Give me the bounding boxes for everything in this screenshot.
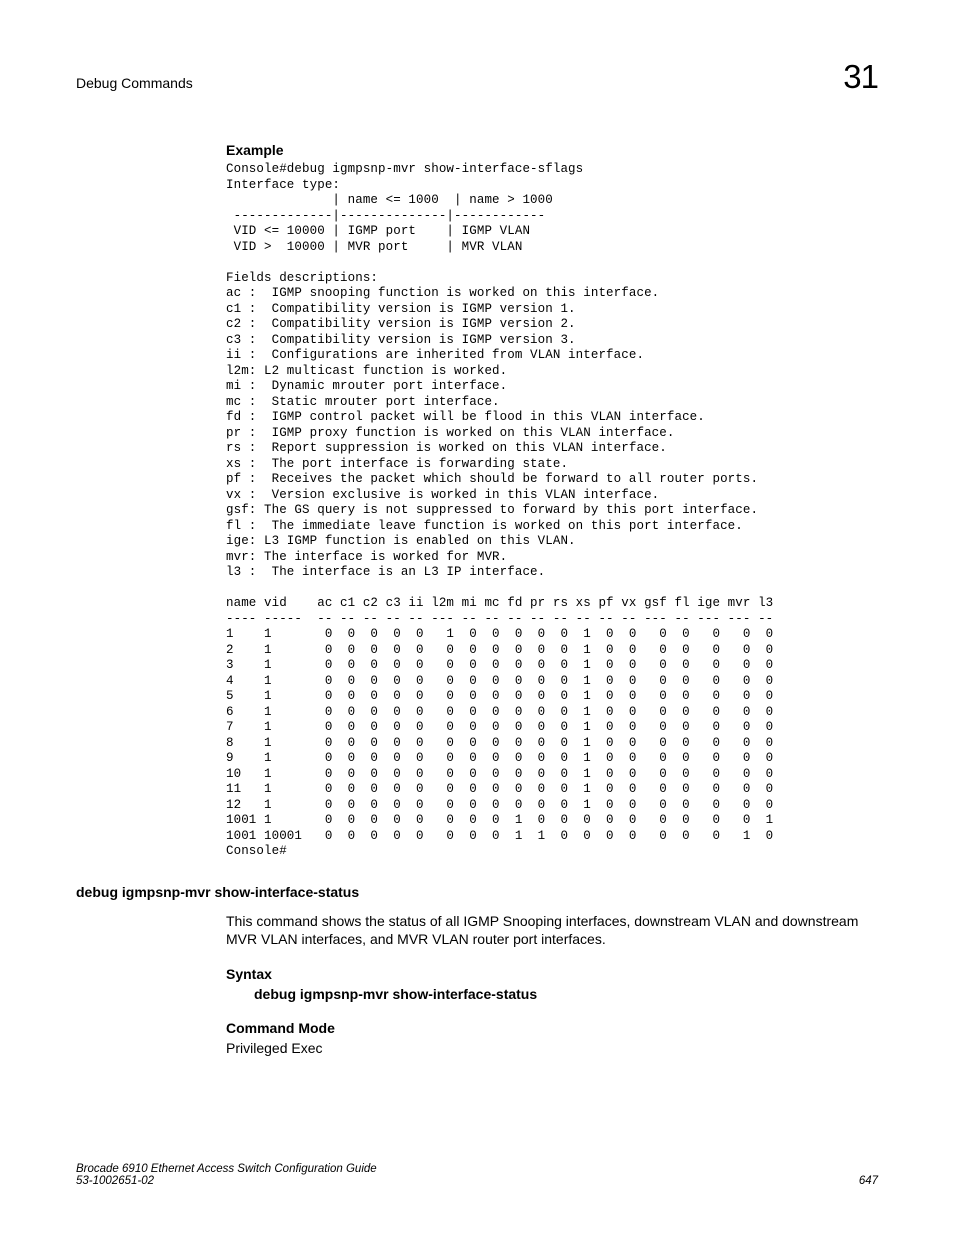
example-heading: Example <box>226 142 878 158</box>
header-title: Debug Commands <box>76 75 193 91</box>
command-title: debug igmpsnp-mvr show-interface-status <box>76 884 878 900</box>
command-description: This command shows the status of all IGM… <box>226 912 878 948</box>
footer-doc-number: 53-1002651-02 <box>76 1175 377 1187</box>
page-header: Debug Commands 31 <box>76 58 878 96</box>
footer-book-title: Brocade 6910 Ethernet Access Switch Conf… <box>76 1163 377 1175</box>
page-footer: Brocade 6910 Ethernet Access Switch Conf… <box>76 1163 878 1187</box>
syntax-heading: Syntax <box>226 966 878 982</box>
footer-page-number: 647 <box>859 1175 878 1187</box>
command-mode-value: Privileged Exec <box>226 1040 878 1056</box>
syntax-line: debug igmpsnp-mvr show-interface-status <box>254 986 878 1002</box>
command-mode-heading: Command Mode <box>226 1020 878 1036</box>
footer-left: Brocade 6910 Ethernet Access Switch Conf… <box>76 1163 377 1187</box>
console-output: Console#debug igmpsnp-mvr show-interface… <box>226 162 878 860</box>
command-body: This command shows the status of all IGM… <box>226 912 878 1056</box>
main-content: Example Console#debug igmpsnp-mvr show-i… <box>226 142 878 860</box>
chapter-number: 31 <box>843 58 878 96</box>
